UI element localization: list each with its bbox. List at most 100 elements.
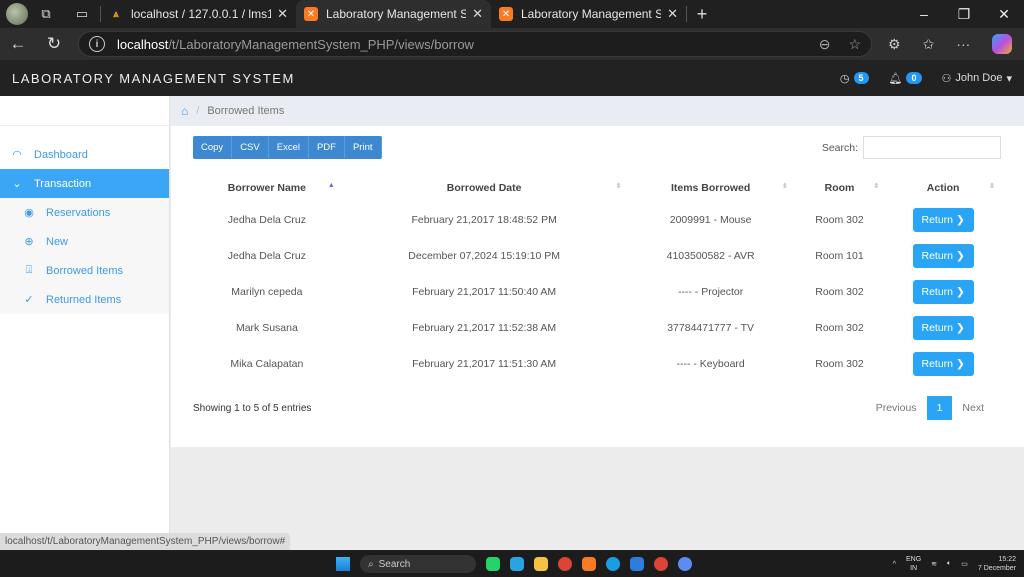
chevron-up-icon[interactable]: ^ (893, 561, 896, 568)
address-bar[interactable]: i localhost /t/LaboratoryManagementSyste… (78, 31, 872, 57)
sidebar-item-returned-items[interactable]: ✓ Returned Items (0, 285, 169, 314)
column-header-items-borrowed[interactable]: Items Borrowed ⬍ (628, 174, 794, 202)
notifications-button[interactable]: 🔔︎ 0 (889, 72, 922, 85)
next-page-button[interactable]: Next (952, 396, 994, 420)
whatsapp-icon[interactable] (486, 557, 500, 571)
back-icon[interactable]: ← (0, 34, 36, 54)
column-header-room[interactable]: Room ⬍ (794, 174, 886, 202)
browser-tab-phpmyadmin[interactable]: ⩓ localhost / 127.0.0.1 / lms19 / use ✕ (101, 0, 296, 28)
chevron-right-icon: ❯ (955, 250, 965, 262)
sort-icon: ⬍ (989, 183, 995, 190)
notification-badge: 0 (906, 72, 922, 84)
sidebar-item-borrowed-items[interactable]: ⍗ Borrowed Items (0, 256, 169, 285)
zoom-out-icon[interactable]: ⊖ (819, 36, 831, 53)
battery-icon[interactable]: ▭ (961, 560, 968, 568)
taskbar-search[interactable]: ⌕ Search (360, 555, 476, 573)
browser-tab-lms[interactable]: ✕ Laboratory Management System ✕ (491, 0, 686, 28)
extensions-icon[interactable]: ⚙ (888, 36, 901, 53)
column-header-borrowed-date[interactable]: Borrowed Date ⬍ (341, 174, 628, 202)
download-box-icon: ⍗ (25, 264, 33, 276)
borrower-name: Jedha Dela Cruz (227, 214, 306, 226)
sidebar-item-transaction[interactable]: ⌄ Transaction (0, 169, 169, 198)
volume-icon[interactable]: 🔈︎ (947, 560, 951, 568)
reload-icon[interactable]: ↻ (36, 34, 72, 54)
minimize-icon[interactable]: – (904, 6, 944, 23)
windows-start-icon[interactable] (336, 557, 350, 571)
sidebar-item-dashboard[interactable]: ◠ Dashboard (0, 140, 169, 169)
chrome-icon[interactable] (558, 557, 572, 571)
language-indicator[interactable]: ENG IN (906, 555, 921, 573)
restore-icon[interactable]: ❐ (944, 6, 984, 23)
profile-avatar[interactable] (6, 3, 28, 25)
sidebar-item-label: Borrowed Items (46, 264, 124, 277)
sidebar-item-reservations[interactable]: ◉ Reservations (0, 198, 169, 227)
column-header-action[interactable]: Action ⬍ (885, 174, 1001, 202)
brand-title[interactable]: LABORATORY MANAGEMENT SYSTEM (12, 71, 295, 86)
home-icon[interactable]: ⌂ (181, 104, 188, 118)
excel-button[interactable]: Excel (268, 136, 309, 159)
window-close-icon[interactable]: ✕ (984, 6, 1024, 23)
info-icon[interactable]: i (89, 36, 105, 52)
canva-icon[interactable] (678, 557, 692, 571)
user-menu[interactable]: ⚇ John Doe ▾ (942, 72, 1013, 85)
close-icon[interactable]: ✕ (667, 6, 678, 22)
previous-page-button[interactable]: Previous (866, 396, 927, 420)
new-tab-button[interactable]: + (687, 4, 717, 25)
favorites-icon[interactable]: ✩ (923, 36, 935, 53)
borrowed-date: February 21,2017 11:50:40 AM (412, 286, 557, 298)
return-button[interactable]: Return ❯ (912, 208, 974, 232)
borrowed-date: February 21,2017 11:52:38 AM (412, 322, 557, 334)
tab-actions-icon[interactable]: ▭ (64, 0, 100, 28)
dashboard-icon: ◠ (12, 149, 22, 161)
telegram-icon[interactable] (510, 557, 524, 571)
file-explorer-icon[interactable] (534, 557, 548, 571)
csv-button[interactable]: CSV (232, 136, 269, 159)
table-header-row: Borrower Name ▲ Borrowed Date ⬍ Items Borr… (193, 174, 1001, 202)
copy-button[interactable]: Copy (193, 136, 233, 159)
print-button[interactable]: Print (344, 136, 382, 159)
column-header-borrower-name[interactable]: Borrower Name ▲ (193, 174, 341, 202)
breadcrumb-separator: / (196, 105, 200, 117)
clock[interactable]: 15:22 7 December (978, 555, 1016, 573)
pdf-button[interactable]: PDF (308, 136, 345, 159)
xampp-icon: ✕ (304, 7, 318, 21)
sidebar-item-new[interactable]: ⊕ New (0, 227, 169, 256)
history-button[interactable]: ◷ 5 (840, 72, 869, 85)
return-button[interactable]: Return ❯ (912, 244, 974, 268)
edge-icon[interactable] (606, 557, 620, 571)
page-1-button[interactable]: 1 (926, 396, 953, 420)
star-icon[interactable]: ☆ (848, 36, 861, 53)
wifi-icon[interactable]: ≋ (931, 560, 937, 568)
action-cell: Return ❯ (885, 346, 1001, 382)
sidebar-header (0, 96, 169, 126)
chevron-circle-icon: ⌄ (12, 178, 22, 190)
item-borrowed: 37784471777 - TV (667, 322, 755, 334)
table-row: Jedha Dela Cruz February 21,2017 18:48:5… (193, 202, 1001, 238)
url-host: localhost (117, 36, 169, 52)
entries-info: Showing 1 to 5 of 5 entries (193, 403, 312, 414)
room: Room 302 (815, 214, 864, 226)
borrowed-items-table: Borrower Name ▲ Borrowed Date ⬍ Items Borr… (193, 174, 1001, 382)
workspaces-icon[interactable]: ⧉ (28, 0, 64, 28)
room: Room 302 (815, 322, 864, 334)
close-icon[interactable]: ✕ (277, 6, 288, 22)
sidebar-item-label: Returned Items (46, 293, 122, 306)
search-label: Search: (821, 141, 858, 154)
web-app: LABORATORY MANAGEMENT SYSTEM ◷ 5 🔔︎ 0 ⚇ … (0, 60, 1024, 550)
browser-tab-lms-active[interactable]: ✕ Laboratory Management System ✕ (296, 0, 491, 28)
return-button[interactable]: Return ❯ (912, 280, 974, 304)
return-button[interactable]: Return ❯ (912, 316, 974, 340)
return-button[interactable]: Return ❯ (912, 352, 974, 376)
chrome-profile-icon[interactable] (654, 557, 668, 571)
table-row: Mika Calapatan February 21,2017 11:51:30… (193, 346, 1001, 382)
more-icon[interactable]: ··· (956, 36, 970, 52)
action-cell: Return ❯ (885, 274, 1001, 310)
copilot-icon[interactable] (992, 34, 1013, 54)
vscode-icon[interactable] (630, 557, 644, 571)
return-label: Return (921, 322, 954, 334)
close-icon[interactable]: ✕ (472, 6, 483, 22)
search-input[interactable] (863, 136, 1001, 159)
xampp-taskbar-icon[interactable] (582, 557, 596, 571)
chevron-right-icon: ❯ (955, 214, 965, 226)
sidebar-item-label: Transaction (34, 177, 92, 190)
